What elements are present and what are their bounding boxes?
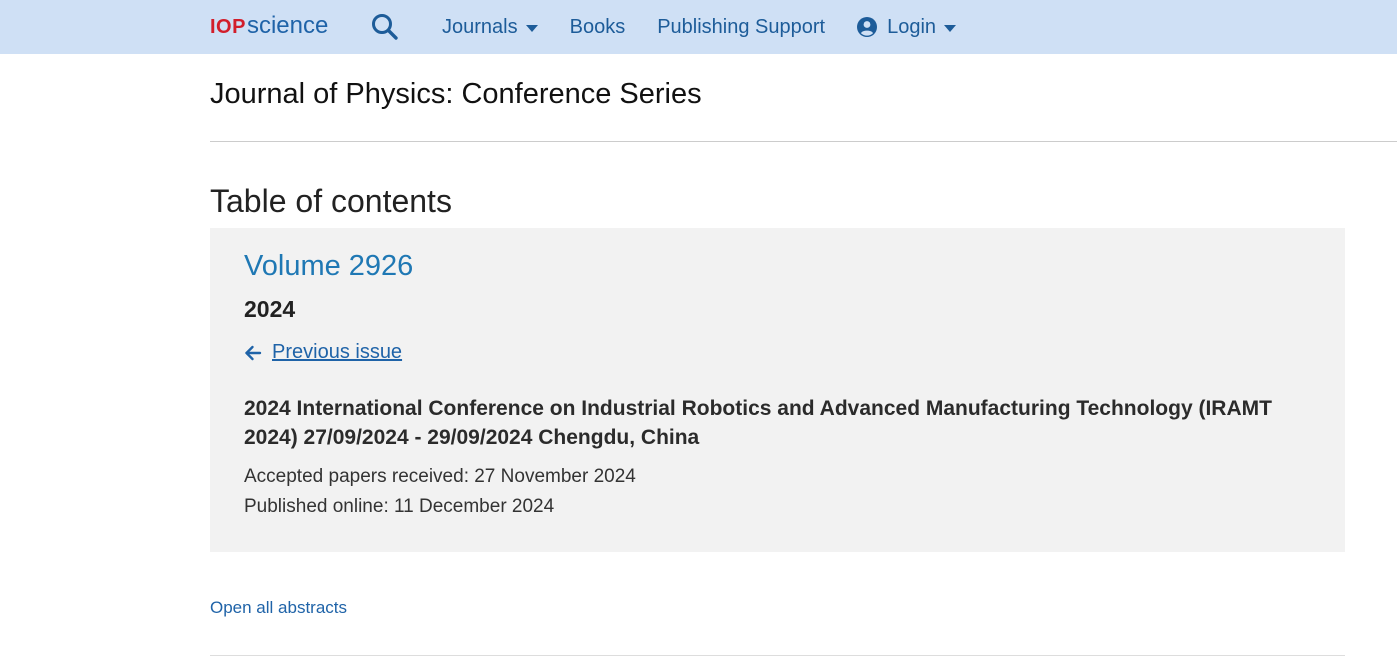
nav-journals-label: Journals (442, 15, 518, 38)
previous-issue-link[interactable]: Previous issue (244, 341, 402, 364)
caret-down-icon (525, 24, 538, 32)
volume-year: 2024 (244, 296, 296, 322)
nav-publishing-support-link[interactable]: Publishing Support (657, 16, 825, 39)
journal-title[interactable]: Journal of Physics: Conference Series (210, 78, 702, 111)
nav-login-label: Login (887, 15, 937, 38)
conference-title: 2024 International Conference on Industr… (244, 397, 1272, 449)
open-all-abstracts-link[interactable]: Open all abstracts (210, 598, 347, 618)
accepted-date: Accepted papers received: 27 November 20… (244, 466, 636, 487)
nav-books-link[interactable]: Books (570, 16, 626, 39)
nav-journals-dropdown[interactable]: Journals (442, 16, 538, 39)
nav-publishing-support-label: Publishing Support (657, 15, 826, 38)
search-button[interactable] (370, 12, 400, 42)
previous-issue-label: Previous issue (272, 341, 403, 363)
iopscience-logo[interactable]: IOP science (210, 12, 328, 40)
volume-info-panel: Volume 2926 2024 Previous issue 2024 Int… (210, 228, 1345, 552)
nav-login-dropdown[interactable]: Login (857, 15, 957, 39)
logo-science-text: science (246, 12, 329, 39)
nav-books-label: Books (569, 15, 626, 38)
volume-title: Volume 2926 (244, 250, 414, 282)
header-divider (210, 141, 1397, 142)
caret-down-icon (944, 24, 957, 32)
main-nav: Journals Books Publishing Support Login (442, 0, 957, 54)
logo-iop-text: IOP (210, 16, 246, 38)
content-divider (210, 655, 1345, 656)
arrow-left-icon (245, 345, 262, 360)
top-navigation-bar: IOP science Journals Books Publishing Su… (0, 0, 1397, 54)
search-icon (372, 14, 398, 40)
toc-heading: Table of contents (210, 183, 452, 219)
user-circle-icon (857, 17, 878, 37)
published-date: Published online: 11 December 2024 (244, 496, 555, 517)
